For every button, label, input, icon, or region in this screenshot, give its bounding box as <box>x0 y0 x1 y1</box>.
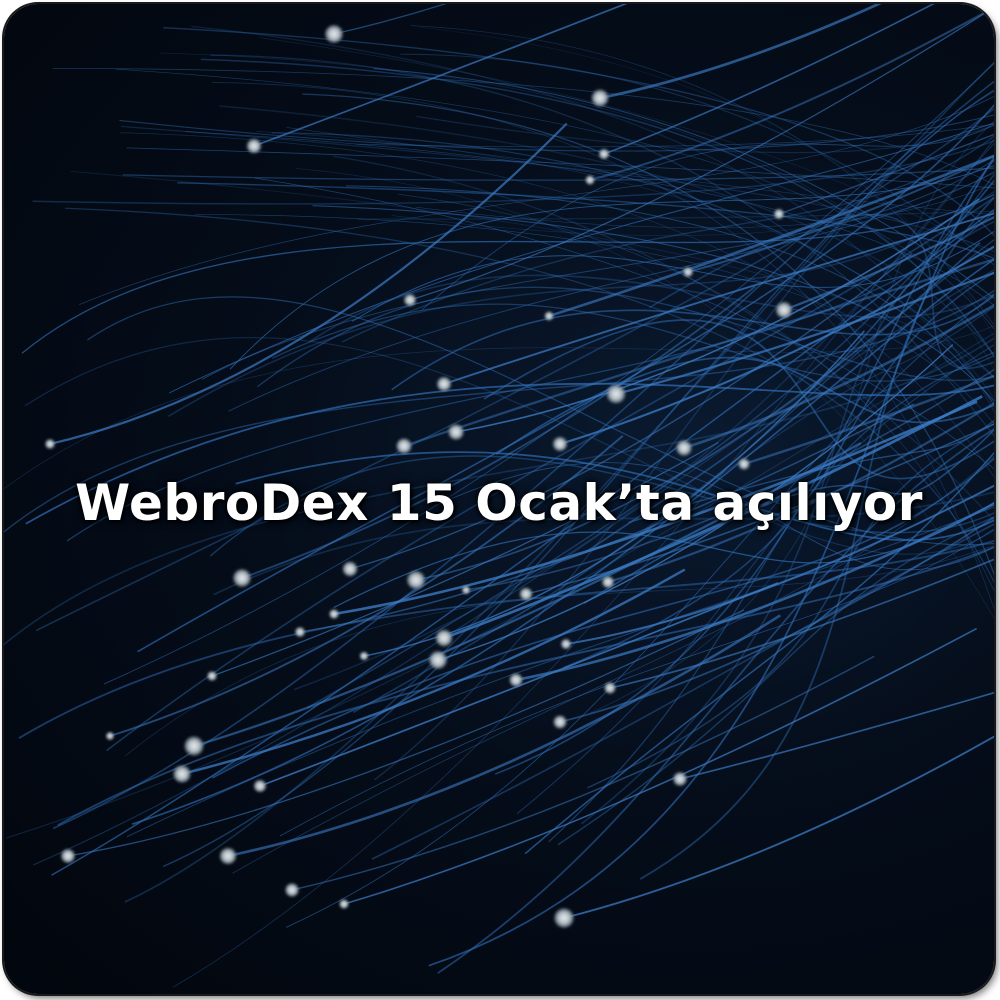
fiber-tip <box>435 629 453 647</box>
fiber-tip <box>324 24 344 44</box>
fiber-strand <box>120 132 994 478</box>
fiber-tip <box>773 208 785 220</box>
fiber-strand <box>162 89 994 868</box>
fiber-tip <box>682 266 694 278</box>
fiber-tip <box>676 440 692 456</box>
fiber-strand <box>79 96 994 305</box>
fiber-tip <box>233 569 251 587</box>
fiber-tip <box>519 587 533 601</box>
fiber-tip <box>544 311 554 321</box>
fiber-tip <box>673 772 687 786</box>
fiber-tip <box>436 376 452 392</box>
fiber-tip <box>509 673 523 687</box>
fiber-tip <box>560 638 572 650</box>
fiber-optic-image: WebroDex 15 Ocak’ta açılıyor <box>4 4 994 994</box>
fiber-tip <box>184 736 204 756</box>
fiber-tip <box>294 626 306 638</box>
fiber-strand <box>341 135 994 343</box>
fiber-strand <box>333 4 447 35</box>
fiber-strand <box>159 52 994 372</box>
fiber-tip <box>329 609 339 619</box>
headline-title: WebroDex 15 Ocak’ta açılıyor <box>75 474 923 532</box>
fiber-tip <box>606 384 626 404</box>
fiber-tip <box>60 848 76 864</box>
fiber-tip <box>45 439 55 449</box>
fiber-tip <box>553 715 567 729</box>
fiber-strand <box>122 167 994 181</box>
fiber-tip <box>253 779 267 793</box>
fiber-tip <box>403 293 417 307</box>
fiber-tip <box>552 436 568 452</box>
fiber-tip <box>406 570 426 590</box>
fiber-strand <box>306 173 994 709</box>
fiber-tip <box>601 575 615 589</box>
fiber-strand <box>687 155 994 273</box>
fiber-tip <box>428 650 448 670</box>
fiber-tip <box>775 301 793 319</box>
fiber-tip <box>207 671 217 681</box>
fiber-strand <box>599 4 882 100</box>
fiber-tip <box>738 458 750 470</box>
fiber-tip <box>246 138 262 154</box>
fiber-tip <box>105 731 115 741</box>
fiber-tip <box>591 89 609 107</box>
fiber-strand <box>346 185 994 406</box>
fiber-strand <box>778 133 994 215</box>
fiber-tip <box>604 682 616 694</box>
fiber-strand <box>228 172 994 412</box>
fiber-tip <box>554 908 574 928</box>
fiber-tip <box>285 883 299 897</box>
fiber-tip <box>359 651 369 661</box>
fiber-strand <box>191 25 994 413</box>
fiber-tip <box>219 847 237 865</box>
fiber-tip <box>598 148 610 160</box>
fiber-tip <box>585 175 595 185</box>
fiber-tip <box>396 438 412 454</box>
fiber-tip <box>339 899 349 909</box>
fiber-strand <box>343 627 978 905</box>
fiber-tip <box>448 424 464 440</box>
fiber-tip <box>342 561 358 577</box>
fiber-tip <box>461 585 471 595</box>
fiber-tip <box>173 765 191 783</box>
